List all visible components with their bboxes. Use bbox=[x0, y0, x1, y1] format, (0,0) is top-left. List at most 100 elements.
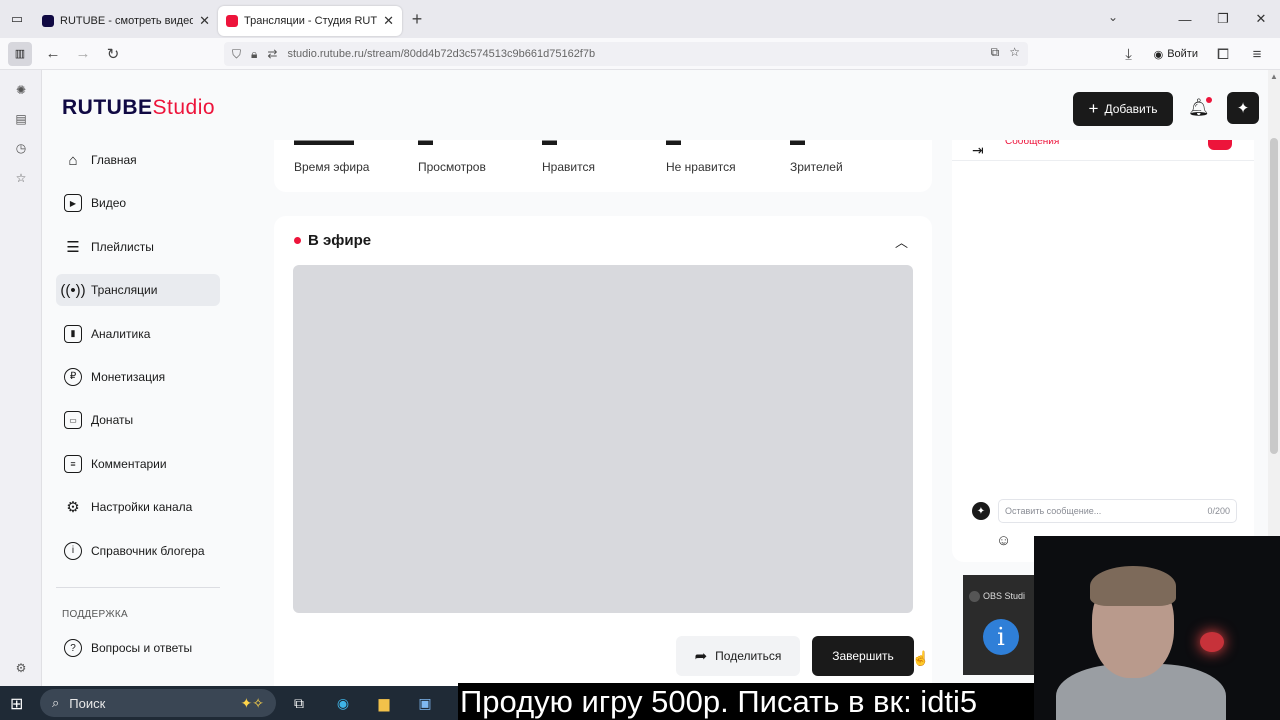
reader-view-icon[interactable]: ⧉ bbox=[991, 45, 1000, 60]
ruble-icon: ₽ bbox=[64, 367, 82, 386]
login-button[interactable]: ◉ Войти bbox=[1148, 48, 1204, 61]
channel-logo-icon: ✦ bbox=[1236, 100, 1250, 117]
search-icon: ⌕ bbox=[52, 695, 60, 710]
chat-message-input[interactable]: Оставить сообщение... 0/200 bbox=[998, 499, 1237, 523]
home-icon: ⌂ bbox=[68, 151, 78, 169]
share-icon: ➦ bbox=[694, 648, 708, 665]
chat-card: ⇥ Сообщения ✦ Оставить сообщение... 0/20… bbox=[952, 140, 1254, 562]
stats-card: ▬▬▬▬ Время эфира ▬ Просмотров ▬ Нравится… bbox=[274, 140, 932, 192]
chevron-down-icon[interactable]: ⌄ bbox=[1108, 10, 1118, 24]
rutube-studio-logo[interactable]: RUTUBEStudio bbox=[62, 96, 215, 120]
chevron-up-icon[interactable]: ︿ bbox=[895, 232, 908, 251]
stat-label: Время эфира bbox=[294, 160, 370, 174]
stat-value-viewers: ▬ bbox=[790, 140, 805, 148]
close-tab-icon[interactable]: ✕ bbox=[199, 13, 210, 29]
chat-toggle[interactable] bbox=[1208, 140, 1232, 150]
gear-icon: ⚙ bbox=[66, 499, 80, 517]
channel-logo-icon: ✦ bbox=[972, 502, 990, 520]
add-button[interactable]: + Добавить bbox=[1073, 92, 1173, 126]
browser-toolbar: ▥ ← → ↻ ⛉ 🔒︎ ⇄ studio.rutube.ru/stream/8… bbox=[0, 38, 1280, 70]
customize-sidebar-icon[interactable]: ⚙ bbox=[13, 660, 29, 676]
bookmarks-icon[interactable]: ☆ bbox=[13, 170, 29, 186]
windows-start-icon[interactable]: ⊞ bbox=[10, 694, 23, 714]
store-icon[interactable]: ▣ bbox=[414, 693, 436, 713]
file-explorer-icon[interactable]: ▆ bbox=[373, 693, 395, 713]
taskbar-search[interactable]: ⌕ Поиск ✦✧ bbox=[40, 689, 276, 717]
minimize-icon[interactable]: — bbox=[1166, 0, 1204, 38]
edge-icon[interactable]: ◉ bbox=[332, 693, 354, 713]
window-controls: — ❐ ✕ bbox=[1166, 0, 1280, 38]
live-title-text: В эфире bbox=[308, 232, 372, 249]
nav-item-home[interactable]: ⌂ Главная bbox=[56, 144, 220, 176]
nav-item-analytics[interactable]: ▮ Аналитика bbox=[56, 318, 220, 350]
browser-sidebar: ✺ ▤ ◷ ☆ ⚙ bbox=[0, 70, 42, 686]
forward-icon[interactable]: → bbox=[68, 40, 98, 68]
info-icon: i bbox=[64, 541, 82, 560]
sparkle-icon: ✦✧ bbox=[240, 694, 264, 711]
lock-icon[interactable]: 🔒︎ bbox=[251, 47, 257, 62]
stat-label: Просмотров bbox=[418, 160, 486, 174]
sidebar-toggle-icon[interactable]: ▥ bbox=[8, 41, 32, 66]
downloads-icon[interactable]: ⤓ bbox=[1114, 40, 1144, 68]
nav-label: Видео bbox=[91, 196, 127, 211]
close-window-icon[interactable]: ✕ bbox=[1242, 0, 1280, 38]
tab-list-icon[interactable]: ▭ bbox=[0, 0, 34, 38]
nav-item-comments[interactable]: ≡ Комментарии bbox=[56, 448, 220, 480]
stat-value-views: ▬ bbox=[418, 140, 433, 148]
url-bar[interactable]: ⛉ 🔒︎ ⇄ studio.rutube.ru/stream/80dd4b72d… bbox=[224, 42, 1028, 66]
notification-dot bbox=[1205, 97, 1212, 103]
obs-notification[interactable]: OBS Studi i bbox=[963, 575, 1043, 675]
permissions-icon[interactable]: ⇄ bbox=[267, 47, 277, 61]
help-icon: ? bbox=[64, 639, 82, 657]
browser-tabbar: ▭ RUTUBE - смотреть видео онл ✕ Трансляц… bbox=[0, 0, 1280, 38]
history-icon[interactable]: ◷ bbox=[13, 140, 29, 156]
share-button[interactable]: ➦ Поделиться bbox=[676, 636, 800, 676]
finish-button[interactable]: Завершить bbox=[812, 636, 914, 676]
task-view-icon[interactable]: ⧉ bbox=[288, 693, 310, 713]
chat-placeholder: Оставить сообщение... bbox=[1005, 506, 1102, 516]
nav-item-monetization[interactable]: ₽ Монетизация bbox=[56, 361, 220, 393]
nav-label: Главная bbox=[91, 153, 137, 167]
new-tab-icon[interactable]: + bbox=[402, 9, 432, 30]
nav-item-video[interactable]: ▶ Видео bbox=[56, 187, 220, 219]
wallet-icon: ▭ bbox=[64, 411, 82, 430]
restore-icon[interactable]: ❐ bbox=[1204, 0, 1242, 38]
synced-tabs-icon[interactable]: ▤ bbox=[13, 111, 29, 127]
nav-item-handbook[interactable]: i Справочник блогера bbox=[56, 535, 220, 567]
bookmark-star-icon[interactable]: ☆ bbox=[1009, 45, 1020, 60]
collapse-chat-icon[interactable]: ⇥ bbox=[972, 142, 984, 159]
ai-chatbot-icon[interactable]: ✺ bbox=[13, 82, 29, 98]
shield-icon[interactable]: ⛉ bbox=[232, 47, 241, 62]
close-tab-icon[interactable]: ✕ bbox=[383, 13, 394, 29]
reload-icon[interactable]: ↻ bbox=[98, 40, 128, 68]
nav-label: Настройки канала bbox=[91, 500, 193, 515]
chat-tab-messages[interactable]: Сообщения bbox=[1005, 140, 1059, 150]
bell-icon[interactable]: 🔔︎ bbox=[1188, 97, 1212, 118]
webcam-person-hair bbox=[1090, 566, 1176, 606]
extensions-icon[interactable]: ⧠ bbox=[1208, 40, 1238, 68]
scrollbar-thumb[interactable] bbox=[1270, 138, 1278, 454]
webcam-overlay bbox=[1034, 536, 1280, 720]
live-card: В эфире ︿ ➦ Поделиться Завершить bbox=[274, 216, 932, 686]
nav-divider bbox=[56, 587, 220, 588]
avatar[interactable]: ✦ bbox=[1227, 92, 1259, 124]
emoji-icon[interactable]: ☺ bbox=[996, 532, 1011, 549]
nav-item-broadcasts[interactable]: ((•)) Трансляции bbox=[56, 274, 220, 307]
webcam-red-light bbox=[1200, 632, 1224, 652]
nav-item-faq[interactable]: ? Вопросы и ответы bbox=[56, 632, 220, 664]
chat-input-row: ✦ Оставить сообщение... 0/200 bbox=[972, 498, 1237, 524]
video-icon: ▶ bbox=[64, 194, 82, 213]
browser-tab-studio[interactable]: Трансляции - Студия RUTUBE ✕ bbox=[218, 6, 402, 36]
scroll-up-icon[interactable]: ▲ bbox=[1270, 72, 1278, 81]
stat-value-dislikes: ▬ bbox=[666, 140, 681, 148]
nav-label: Трансляции bbox=[91, 283, 158, 298]
menu-icon[interactable]: ≡ bbox=[1242, 40, 1272, 68]
studio-favicon-icon bbox=[226, 15, 238, 27]
nav-item-donations[interactable]: ▭ Донаты bbox=[56, 404, 220, 436]
nav-item-settings[interactable]: ⚙ Настройки канала bbox=[56, 491, 220, 523]
stream-preview[interactable] bbox=[293, 265, 913, 613]
browser-tab-rutube[interactable]: RUTUBE - смотреть видео онл ✕ bbox=[34, 6, 218, 36]
back-icon[interactable]: ← bbox=[38, 40, 68, 68]
nav-item-playlists[interactable]: ☰ Плейлисты bbox=[56, 231, 220, 263]
nav-label: Монетизация bbox=[91, 369, 166, 384]
